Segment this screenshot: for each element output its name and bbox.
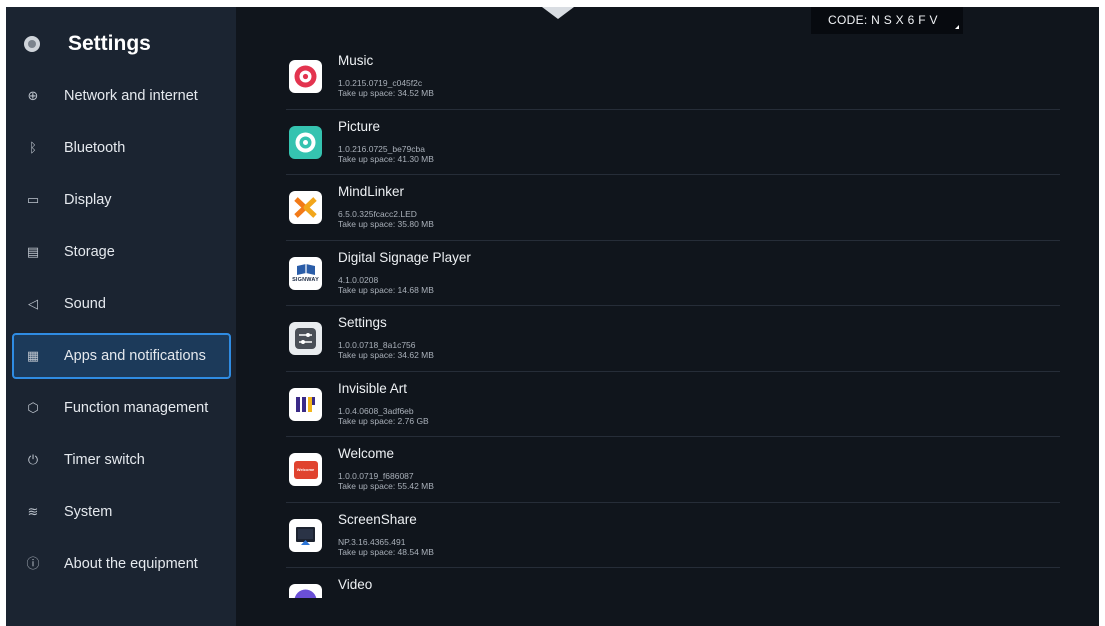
sidebar-item-label: Storage xyxy=(64,244,115,260)
video-app-icon xyxy=(289,584,322,598)
sidebar-item-storage[interactable]: ▤ Storage xyxy=(12,229,231,275)
app-name: Picture xyxy=(338,118,381,134)
app-size: Take up space: 34.52 MB xyxy=(338,88,434,98)
sidebar-header: Settings xyxy=(24,31,151,57)
sidebar-item-timer-switch[interactable]: ⏻ Timer switch xyxy=(12,437,231,483)
power-icon: ⏻ xyxy=(27,452,39,467)
app-size: Take up space: 41.30 MB xyxy=(338,153,434,164)
sidebar-item-label: Apps and notifications xyxy=(64,348,206,364)
app-row-screenshare[interactable]: ScreenShare NP.3.16.4365.491 Take up spa… xyxy=(286,503,1060,568)
app-size: Take up space: 34.62 MB xyxy=(338,350,434,360)
mindlinker-app-icon xyxy=(289,191,322,224)
settings-gear-icon xyxy=(24,36,40,52)
app-name: Settings xyxy=(338,315,387,330)
app-name: Video xyxy=(338,577,373,592)
sidebar-item-label: Function management xyxy=(64,400,209,416)
sidebar-item-apps-notifications[interactable]: ▦ Apps and notifications xyxy=(12,333,231,379)
app-version: 1.0.216.0725_be79cba xyxy=(338,143,425,154)
music-app-icon xyxy=(289,60,322,93)
app-name: Music xyxy=(338,53,374,68)
sidebar-item-label: Network and internet xyxy=(64,88,198,104)
sidebar-item-label: Display xyxy=(64,192,112,208)
sidebar-item-display[interactable]: ▭ Display xyxy=(12,177,231,223)
app-name: Welcome xyxy=(338,446,395,461)
app-row-digital-signage[interactable]: SIGNWAY Digital Signage Player 4.1.0.020… xyxy=(286,241,1060,306)
app-row-mindlinker[interactable]: MindLinker 6.5.0.325fcacc2.LED Take up s… xyxy=(286,175,1060,241)
app-row-settings[interactable]: Settings 1.0.0.0718_8a1c756 Take up spac… xyxy=(286,306,1060,372)
app-name: ScreenShare xyxy=(338,511,417,527)
settings-screen: Settings ⊕ Network and internet ᛒ Blueto… xyxy=(6,7,1099,626)
app-row-welcome[interactable]: Welcome Welcome 1.0.0.0719_f686087 Take … xyxy=(286,437,1060,503)
monitor-icon: ▭ xyxy=(26,192,40,207)
sidebar-item-bluetooth[interactable]: ᛒ Bluetooth xyxy=(12,125,231,171)
sidebar-item-network[interactable]: ⊕ Network and internet xyxy=(12,73,231,119)
app-size: Take up space: 14.68 MB xyxy=(338,284,434,295)
app-name: Invisible Art xyxy=(338,380,408,396)
welcome-logo-text: Welcome xyxy=(296,467,315,472)
app-size: Take up space: 55.42 MB xyxy=(338,481,434,491)
sidebar-item-label: Bluetooth xyxy=(64,140,126,156)
picture-app-icon xyxy=(289,125,322,159)
sidebar-item-label: Sound xyxy=(64,296,106,312)
app-name: Digital Signage Player xyxy=(338,249,471,265)
app-name: MindLinker xyxy=(338,184,405,199)
screenshare-app-icon xyxy=(289,518,322,552)
app-version: 1.0.4.0608_3adf6eb xyxy=(338,405,414,416)
settings-sidebar: Settings ⊕ Network and internet ᛒ Blueto… xyxy=(6,7,236,626)
app-size: Take up space: 48.54 MB xyxy=(338,546,434,557)
app-size: Take up space: 2.76 GB xyxy=(338,415,429,426)
sidebar-item-system[interactable]: ≋ System xyxy=(12,489,231,535)
signway-logo-text: SIGNWAY xyxy=(292,277,319,283)
welcome-app-icon: Welcome xyxy=(289,453,322,486)
page-title: Settings xyxy=(68,32,151,55)
speaker-icon: ◁ xyxy=(28,296,38,311)
app-list: Music 1.0.215.0719_c045f2c Take up space… xyxy=(286,44,1060,598)
sidebar-item-label: About the equipment xyxy=(64,556,198,572)
apps-content: Music 1.0.215.0719_c045f2c Take up space… xyxy=(246,7,1066,626)
sidebar-item-label: System xyxy=(64,504,113,520)
sidebar-item-sound[interactable]: ◁ Sound xyxy=(12,281,231,327)
app-row-picture[interactable]: Picture 1.0.216.0725_be79cba Take up spa… xyxy=(286,110,1060,175)
storage-icon: ▤ xyxy=(26,244,40,259)
app-version: 6.5.0.325fcacc2.LED xyxy=(338,209,417,219)
apps-grid-icon: ▦ xyxy=(26,348,40,363)
settings-navigation: ⊕ Network and internet ᛒ Bluetooth ▭ Dis… xyxy=(12,73,231,593)
sidebar-item-about[interactable]: ⓘ About the equipment xyxy=(12,541,231,587)
app-version: 1.0.215.0719_c045f2c xyxy=(338,78,423,88)
app-version: 1.0.0.0719_f686087 xyxy=(338,471,414,481)
app-version: NP.3.16.4365.491 xyxy=(338,536,406,547)
app-version: 1.0.0.0718_8a1c756 xyxy=(338,340,416,350)
sliders-icon: ≋ xyxy=(27,504,39,519)
app-version: 4.1.0.0208 xyxy=(338,274,379,285)
settings-app-icon xyxy=(289,322,322,355)
sidebar-item-label: Timer switch xyxy=(64,452,145,468)
app-row-invisible-art[interactable]: Invisible Art 1.0.4.0608_3adf6eb Take up… xyxy=(286,372,1060,437)
signway-app-icon: SIGNWAY xyxy=(289,256,322,290)
bluetooth-icon: ᛒ xyxy=(29,140,37,155)
invisible-art-app-icon xyxy=(289,387,322,421)
app-size: Take up space: 35.80 MB xyxy=(338,219,434,229)
sidebar-item-function-management[interactable]: ⬡ Function management xyxy=(12,385,231,431)
info-icon: ⓘ xyxy=(26,556,40,571)
cube-icon: ⬡ xyxy=(27,400,39,415)
app-row-music[interactable]: Music 1.0.215.0719_c045f2c Take up space… xyxy=(286,44,1060,110)
globe-icon: ⊕ xyxy=(27,88,39,103)
app-row-video[interactable]: Video xyxy=(286,568,1060,598)
